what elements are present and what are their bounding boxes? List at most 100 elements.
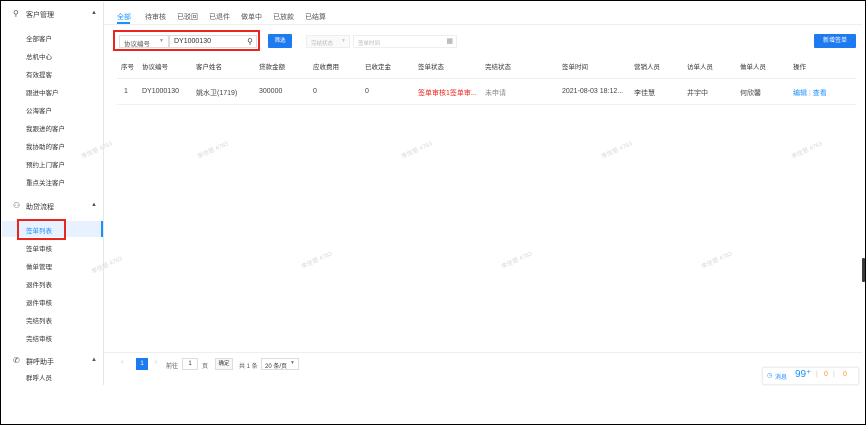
- sidebar-item-switchboard[interactable]: 总机中心: [2, 47, 103, 63]
- page-number-current[interactable]: 1: [136, 358, 148, 370]
- sidebar-item-label: 完结列表: [26, 318, 52, 325]
- filter-button[interactable]: 筛选: [268, 34, 292, 48]
- separator: |: [816, 371, 818, 378]
- chevron-right-icon[interactable]: ›: [155, 359, 157, 366]
- tabs-divider: [104, 24, 862, 25]
- sidebar-item-return-review[interactable]: 退件审核: [2, 293, 103, 309]
- column-header: 序号: [121, 64, 134, 71]
- sidebar-item-call-staff[interactable]: 群呼人员: [2, 368, 103, 384]
- sidebar-item-label: 预约上门客户: [26, 162, 65, 169]
- cell-deposit: 0: [365, 88, 369, 95]
- chevron-up-icon[interactable]: ▲: [91, 10, 97, 16]
- chevron-down-icon: ▼: [341, 38, 346, 44]
- sidebar-item-label: 签单审核: [26, 246, 52, 253]
- sign-date-placeholder: 签单时间: [358, 41, 381, 47]
- sidebar-group-label: 群呼助手: [26, 359, 54, 366]
- sidebar: ⚲ 客户管理 ▲ 全部客户 总机中心 有效提客 跟进中客户 公海客户 我跟进的客…: [2, 2, 104, 385]
- cell-customer: 姚水卫(1719): [196, 90, 238, 97]
- sidebar-group-customer[interactable]: ⚲ 客户管理 ▲: [2, 7, 103, 21]
- sidebar-item-all-customers[interactable]: 全部客户: [2, 29, 103, 45]
- sidebar-item-completed-review[interactable]: 完结审核: [2, 329, 103, 345]
- tab-disbursed[interactable]: 已放款: [273, 12, 294, 22]
- cell-maker: 何欣馨: [740, 90, 761, 97]
- message-count-tertiary: 0: [843, 371, 847, 378]
- sidebar-item-label: 我跟进的客户: [26, 126, 65, 133]
- cell-receivable: 0: [313, 88, 317, 95]
- customer-icon: ⚲: [13, 9, 19, 18]
- tab-rejected[interactable]: 已驳回: [177, 12, 198, 22]
- column-header: 贷款金额: [259, 64, 285, 71]
- column-header: 签单状态: [418, 64, 444, 71]
- column-header: 签单时间: [562, 64, 588, 71]
- sidebar-item-label: 群呼人员: [26, 375, 52, 382]
- sidebar-item-public-pool[interactable]: 公海客户: [2, 101, 103, 117]
- goto-label: 前往: [166, 364, 179, 370]
- cell-sign-time: 2021-08-03 18:12...: [562, 88, 624, 95]
- tab-returned[interactable]: 已退件: [209, 12, 230, 22]
- sidebar-item-sign-review[interactable]: 签单审核: [2, 239, 103, 255]
- phone-icon: ✆: [13, 356, 20, 365]
- sidebar-item-label: 总机中心: [26, 54, 52, 61]
- chevron-down-icon: ▼: [290, 360, 295, 366]
- column-header: 应收费用: [313, 64, 339, 71]
- sidebar-item-following[interactable]: 跟进中客户: [2, 83, 103, 99]
- finish-status-select[interactable]: 完结状态 ▼: [306, 35, 350, 48]
- cell-index: 1: [124, 88, 128, 95]
- tab-pending[interactable]: 待审核: [145, 12, 166, 22]
- sidebar-item-label: 全部客户: [26, 36, 52, 43]
- message-widget[interactable]: ◷ 消息 99⁺ | 0 | 0: [762, 367, 859, 385]
- chevron-left-icon[interactable]: ‹: [121, 359, 123, 366]
- goto-confirm-button[interactable]: 确定: [215, 358, 233, 370]
- sidebar-item-label: 重点关注客户: [26, 180, 65, 187]
- sidebar-item-key-customers[interactable]: 重点关注客户: [2, 173, 103, 189]
- cell-marketer: 李佳慧: [634, 90, 655, 97]
- tab-settled[interactable]: 已结算: [305, 12, 326, 22]
- page-unit-label: 页: [202, 364, 209, 370]
- table-header: 序号 协议编号 客户姓名 贷款金额 应收费用 已收定金 签单状态 完结状态 签单…: [117, 58, 856, 72]
- column-header: 协议编号: [142, 64, 168, 71]
- highlight-box-search: [113, 30, 260, 51]
- chevron-up-icon[interactable]: ▲: [91, 357, 97, 363]
- cell-actions: 编辑 | 查看: [793, 90, 827, 97]
- sidebar-group-call-assistant[interactable]: ✆ 群呼助手 ▲: [2, 354, 103, 368]
- side-scroll-handle[interactable]: [862, 258, 865, 282]
- message-icon: ◷: [767, 373, 773, 379]
- sidebar-group-loan-process[interactable]: ⚇ 助贷流程 ▲: [2, 199, 103, 213]
- calendar-icon: ▦: [446, 38, 453, 45]
- add-sign-button[interactable]: 新增签单: [814, 34, 856, 48]
- row-divider: [117, 104, 856, 105]
- column-header: 操作: [793, 64, 806, 71]
- goto-page-input[interactable]: 1: [182, 358, 198, 370]
- cell-sign-status: 签单审核1签单审...: [418, 90, 477, 97]
- sidebar-item-label: 退件列表: [26, 282, 52, 289]
- message-label: 消息: [775, 375, 788, 381]
- column-header: 完结状态: [485, 64, 511, 71]
- sidebar-item-label: 我协助的客户: [26, 144, 65, 151]
- sign-date-picker[interactable]: 签单时间 ▦: [353, 35, 457, 48]
- column-header: 访单人员: [687, 64, 713, 71]
- separator: |: [833, 371, 835, 378]
- sidebar-item-label: 公海客户: [26, 108, 52, 115]
- cell-finish-status: 未申请: [485, 90, 506, 97]
- header-divider: [117, 78, 856, 79]
- total-count: 共 1 条: [239, 364, 258, 370]
- highlight-box-sign-list: [17, 219, 66, 240]
- page-size-value: 20 条/页: [265, 364, 288, 370]
- sidebar-item-completed-list[interactable]: 完结列表: [2, 311, 103, 327]
- sidebar-item-label: 做单管理: [26, 264, 52, 271]
- view-link[interactable]: 查看: [813, 90, 827, 97]
- sidebar-item-valid-customers[interactable]: 有效提客: [2, 65, 103, 81]
- tab-in-progress[interactable]: 做单中: [241, 12, 262, 22]
- column-header: 做单人员: [740, 64, 766, 71]
- workflow-icon: ⚇: [13, 201, 21, 210]
- chevron-up-icon[interactable]: ▲: [91, 202, 97, 208]
- cell-visitor: 井宇中: [687, 90, 708, 97]
- table-row[interactable]: 1 DY1000130 姚水卫(1719) 300000 0 0 签单审核1签单…: [117, 85, 856, 99]
- sidebar-item-order-management[interactable]: 做单管理: [2, 257, 103, 273]
- edit-link[interactable]: 编辑: [793, 90, 807, 97]
- sidebar-item-return-list[interactable]: 退件列表: [2, 275, 103, 291]
- tab-all[interactable]: 全部: [117, 12, 131, 22]
- page-size-select[interactable]: 20 条/页 ▼: [261, 358, 299, 370]
- sidebar-item-my-following[interactable]: 我跟进的客户: [2, 119, 103, 135]
- sidebar-item-label: 退件审核: [26, 300, 52, 307]
